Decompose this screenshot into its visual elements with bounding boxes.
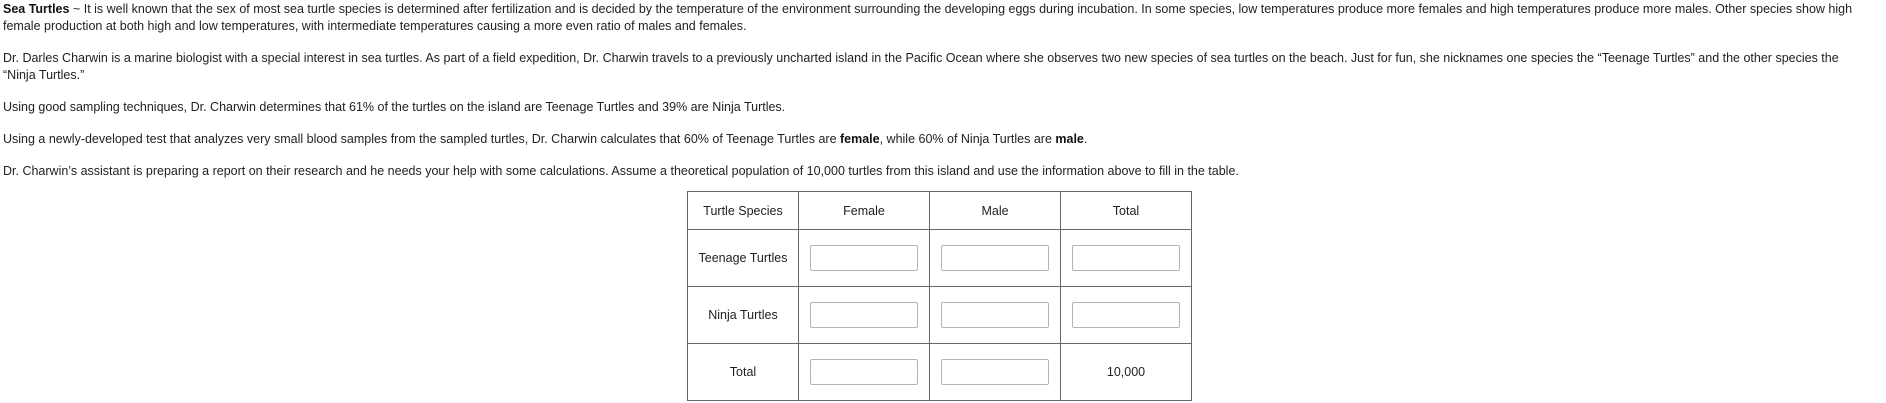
cell-ninja-male [929,286,1061,344]
total-male-input[interactable] [941,359,1049,385]
paragraph-5: Dr. Charwin’s assistant is preparing a r… [3,164,1239,178]
table-header-row: Turtle Species Female Male Total [687,191,1192,230]
paragraph-2: Dr. Darles Charwin is a marine biologist… [3,51,1839,82]
problem-text: Sea Turtles ~ It is well known that the … [3,0,1873,180]
paragraph-3: Using good sampling techniques, Dr. Char… [3,100,786,114]
header-total: Total [1060,191,1192,230]
teenage-male-input[interactable] [941,245,1049,271]
cell-teenage-total [1060,229,1192,287]
paragraph-4-before: Using a newly-developed test that analyz… [3,132,840,146]
row-label-ninja-turtles: Ninja Turtles [687,286,799,344]
header-turtle-species: Turtle Species [687,191,799,230]
male-emphasis: male [1055,132,1084,146]
paragraph-4-middle: , while 60% of Ninja Turtles are [879,132,1056,146]
teenage-total-input[interactable] [1072,245,1180,271]
header-female: Female [798,191,930,230]
female-emphasis: female [840,132,880,146]
paragraph-4: Using a newly-developed test that analyz… [3,131,1873,148]
cell-teenage-female [798,229,930,287]
cell-ninja-female [798,286,930,344]
cell-total-female [798,343,930,401]
cell-total-male [929,343,1061,401]
intro-separator: ~ [69,2,84,16]
intro-text: It is well known that the sex of most se… [3,2,1853,33]
paragraph-4-after: . [1083,132,1088,146]
teenage-female-input[interactable] [810,245,918,271]
table-row-ninja-turtles: Ninja Turtles [687,286,1192,344]
turtle-table-wrapper: Turtle Species Female Male Total Teenage… [687,191,1192,401]
header-male: Male [929,191,1061,230]
total-female-input[interactable] [810,359,918,385]
cell-teenage-male [929,229,1061,287]
intro-paragraph: Sea Turtles ~ It is well known that the … [3,1,1873,35]
row-label-total: Total [687,343,799,401]
ninja-female-input[interactable] [810,302,918,328]
cell-ninja-total [1060,286,1192,344]
ninja-total-input[interactable] [1072,302,1180,328]
intro-title: Sea Turtles [3,2,70,16]
row-label-teenage-turtles: Teenage Turtles [687,229,799,287]
table-row-teenage-turtles: Teenage Turtles [687,229,1192,287]
ninja-male-input[interactable] [941,302,1049,328]
cell-grand-total: 10,000 [1060,343,1192,401]
table-row-total: Total 10,000 [687,343,1192,401]
turtle-table: Turtle Species Female Male Total Teenage… [687,191,1192,401]
